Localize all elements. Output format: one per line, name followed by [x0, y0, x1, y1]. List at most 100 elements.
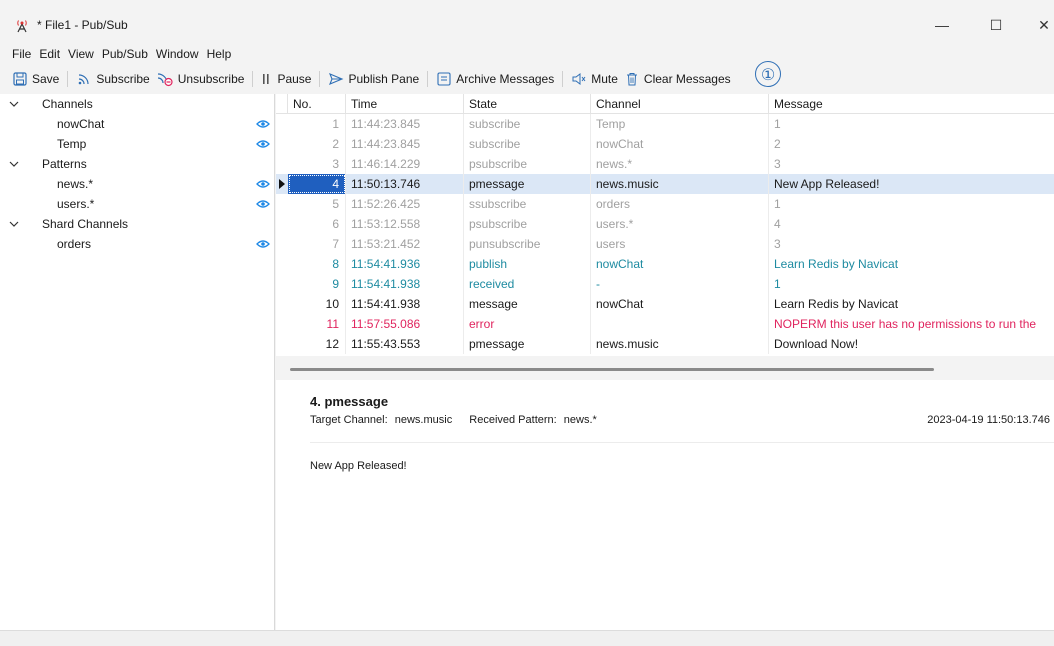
detail-meta: Target Channel: news.music Received Patt… [310, 414, 601, 426]
tree-group-channels[interactable]: Channels [0, 94, 275, 114]
cell-message: 1 [774, 117, 781, 131]
menu-pubsub[interactable]: Pub/Sub [102, 47, 148, 61]
menu-edit[interactable]: Edit [39, 47, 60, 61]
cell-no: 3 [288, 154, 346, 174]
tree-group-patterns[interactable]: Patterns [0, 154, 275, 174]
table-row[interactable]: 1 11:44:23.845 subscribe Temp 1 [276, 114, 1054, 134]
publish-pane-label: Publish Pane [348, 72, 420, 86]
table-row[interactable]: 9 11:54:41.938 received -1 [276, 274, 1054, 294]
horizontal-scrollbar[interactable] [290, 368, 934, 371]
save-button[interactable]: Save [12, 71, 59, 87]
clear-messages-label: Clear Messages [643, 72, 731, 86]
menu-window[interactable]: Window [156, 47, 199, 61]
signal-icon [79, 74, 89, 85]
eye-icon[interactable] [256, 179, 270, 189]
cell-message: 3 [774, 237, 781, 251]
cell-state: pmessage [464, 334, 591, 354]
received-pattern-value: news.* [563, 414, 597, 426]
tree-item-label: news.* [57, 177, 94, 191]
table-row[interactable]: 8 11:54:41.936 publish nowChat Learn Redis b… [276, 254, 1054, 274]
eye-icon[interactable] [256, 139, 270, 149]
pause-label: Pause [277, 72, 312, 86]
cell-message: 3 [774, 157, 781, 171]
mute-icon [572, 73, 586, 85]
save-label: Save [32, 72, 60, 86]
unsubscribe-button[interactable]: Unsubscribe [156, 71, 245, 87]
pause-button[interactable]: Pause [261, 71, 311, 87]
eye-icon[interactable] [256, 199, 270, 209]
unsubscribe-label: Unsubscribe [177, 72, 245, 86]
table-row[interactable]: 3 11:46:14.229 psubscribe news.* 3 [276, 154, 1054, 174]
cell-time: 11:46:14.229 [346, 154, 464, 174]
cell-message: 1 [774, 197, 781, 211]
tree-item-nowchat[interactable]: nowChat [0, 114, 275, 134]
table-row[interactable]: 7 11:53:21.452 punsubscribe users 3 [276, 234, 1054, 254]
column-header-time[interactable]: Time [346, 94, 464, 114]
minimize-button[interactable]: — [919, 8, 965, 42]
tree-group-label: Channels [42, 97, 93, 111]
cell-time: 11:44:23.845 [346, 114, 464, 134]
tree-item-temp[interactable]: Temp [0, 134, 275, 154]
message-grid: No. Time State Channel Message 1 11:44:23… [276, 94, 1054, 356]
column-header-state[interactable]: State [464, 94, 591, 114]
table-row[interactable]: 12 11:55:43.553 pmessage news.music Download… [276, 334, 1054, 354]
chevron-down-icon[interactable] [9, 159, 19, 169]
publish-pane-button[interactable]: Publish Pane [328, 71, 419, 87]
status-bar [0, 630, 1054, 646]
close-button[interactable]: ✕ [1021, 8, 1054, 42]
cell-channel: news.music [591, 334, 769, 354]
table-row[interactable]: 4 11:50:13.746 pmessage news.music New App R… [276, 174, 1054, 194]
subscribe-button[interactable]: Subscribe [76, 71, 150, 87]
tree-item-news[interactable]: news.* [0, 174, 275, 194]
cell-no: 8 [288, 254, 346, 274]
subscription-tree: Channels nowChat Temp Patterns news.* us… [0, 94, 275, 630]
title-bar: * File1 - Pub/Sub — ☐ ✕ [0, 8, 1054, 42]
table-row[interactable]: 11 11:57:55.086 error NOPERM this user has … [276, 314, 1054, 334]
chevron-down-icon[interactable] [9, 219, 19, 229]
tree-item-orders[interactable]: orders [0, 234, 275, 254]
menu-help[interactable]: Help [207, 47, 232, 61]
menu-view[interactable]: View [68, 47, 94, 61]
mute-button[interactable]: Mute [571, 71, 618, 87]
cell-message: 4 [774, 217, 781, 231]
toolbar-separator [427, 71, 429, 87]
cell-channel: users [591, 234, 769, 254]
target-channel-label: Target Channel: [310, 414, 388, 426]
cell-state: received [464, 274, 591, 294]
cell-channel: Temp [591, 114, 769, 134]
unsubscribe-icon [157, 73, 173, 87]
tree-item-label: Temp [57, 137, 87, 151]
toolbar-separator [319, 71, 321, 87]
eye-icon[interactable] [256, 239, 270, 249]
save-icon [13, 72, 27, 86]
tree-group-shard-channels[interactable]: Shard Channels [0, 214, 275, 234]
column-header-no[interactable]: No. [288, 94, 346, 114]
cell-time: 11:57:55.086 [346, 314, 464, 334]
menu-file[interactable]: File [12, 47, 31, 61]
tree-item-label: orders [57, 237, 92, 251]
maximize-button[interactable]: ☐ [973, 8, 1019, 42]
cell-state: psubscribe [464, 154, 591, 174]
column-header-message[interactable]: Message [769, 94, 1054, 114]
cell-state: ssubscribe [464, 194, 591, 214]
detail-message-body[interactable]: New App Released! [310, 460, 407, 472]
chevron-down-icon[interactable] [9, 99, 19, 109]
cell-channel: news.* [591, 154, 769, 174]
eye-icon[interactable] [256, 119, 270, 129]
antenna-icon [17, 20, 27, 33]
cell-no: 10 [288, 294, 346, 314]
archive-messages-button[interactable]: Archive Messages [436, 71, 554, 87]
cell-no: 2 [288, 134, 346, 154]
table-row[interactable]: 2 11:44:23.845 subscribe nowChat 2 [276, 134, 1054, 154]
cell-state: error [464, 314, 591, 334]
column-header-channel[interactable]: Channel [591, 94, 769, 114]
cell-state: punsubscribe [464, 234, 591, 254]
clear-messages-button[interactable]: Clear Messages [624, 71, 731, 87]
tree-item-users[interactable]: users.* [0, 194, 275, 214]
cell-time: 11:52:26.425 [346, 194, 464, 214]
table-row[interactable]: 10 11:54:41.938 message nowChat Learn Redis … [276, 294, 1054, 314]
table-row[interactable]: 5 11:52:26.425 ssubscribe orders 1 [276, 194, 1054, 214]
message-detail: 4. pmessage Target Channel: news.music R… [276, 380, 1054, 630]
table-row[interactable]: 6 11:53:12.558 psubscribe users.* 4 [276, 214, 1054, 234]
cell-message: 1 [774, 277, 781, 291]
